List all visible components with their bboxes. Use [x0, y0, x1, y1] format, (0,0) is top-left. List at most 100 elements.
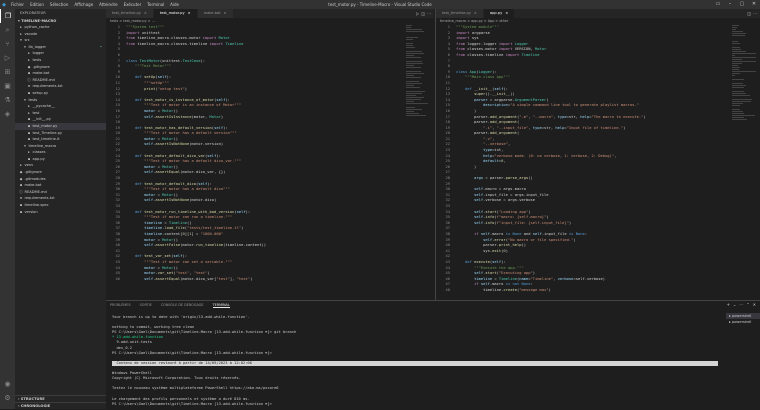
terminal-output[interactable]: Your branch is up to date with 'origin/1… [112, 315, 726, 410]
more-icon[interactable]: ⋯ [753, 11, 757, 16]
tree-item[interactable]: ▪ test_timeline.it [15, 136, 106, 143]
minimap-right[interactable] [732, 25, 756, 120]
panel-tab[interactable]: SORTIE [140, 303, 152, 307]
tree-item[interactable]: ▪ version [15, 209, 106, 216]
close-icon[interactable]: × [505, 11, 508, 15]
menu-item-2[interactable]: Sélection [47, 2, 71, 7]
close-button[interactable]: ✕ [748, 0, 760, 9]
tree-item[interactable]: ▪ make.bat [15, 70, 106, 77]
tree-item-label: tests [32, 57, 42, 62]
tree-item[interactable]: ⓘ README.md [15, 189, 106, 196]
tree-item[interactable]: ◆ .gitignore [15, 169, 106, 176]
tree-item[interactable]: ▪ timeline.spec [15, 202, 106, 209]
tree-item[interactable]: ≡ requirements.txt [15, 83, 106, 90]
bottom-panel: PROBLÈMES SORTIE CONSOLE DE DÉBOGAGE TERMIN… [106, 300, 760, 409]
panel-tab[interactable]: PROBLÈMES [110, 303, 131, 307]
close-icon[interactable]: × [188, 11, 191, 15]
tree-item[interactable]: ▸ classes [15, 149, 106, 156]
outline-section[interactable]: › STRUCTURE [15, 395, 106, 402]
minimap-line [406, 101, 415, 102]
menu-item-4[interactable]: Atteindre [96, 2, 120, 7]
close-icon[interactable]: × [144, 11, 147, 15]
tree-item[interactable]: ▸ __pycache__ [15, 103, 106, 110]
split-editor-icon[interactable]: ◫ [421, 11, 425, 16]
tree-item[interactable]: ▾ src [15, 37, 106, 44]
maximize-panel-icon[interactable]: ⌃ [746, 302, 749, 307]
remote-explorer-icon[interactable]: ▣ [0, 79, 15, 93]
menu-item-7[interactable]: Aide [167, 2, 182, 7]
tab-test-motor-py[interactable]: test_motor.py × [153, 9, 198, 18]
tab-test-timeline-py[interactable]: test_timeline.py × [106, 9, 154, 18]
breadcrumb[interactable]: tests > test_motor.py > ... [106, 18, 434, 24]
account-icon[interactable]: ◉ [0, 377, 15, 391]
close-icon[interactable]: × [474, 11, 477, 15]
tree-item[interactable]: ≡ requirements.txt [15, 195, 106, 202]
minimap-line [406, 87, 420, 88]
file-icon: ▪ [27, 123, 31, 128]
terminal-instance[interactable]: ▸ powershell [726, 319, 760, 325]
tree-item[interactable]: ▾ timeline_macro [15, 143, 106, 150]
tab-app-py[interactable]: app.py × [483, 9, 516, 18]
chevron-down-icon[interactable]: ⌄ [733, 302, 736, 307]
run-debug-icon[interactable]: ▷ [0, 51, 15, 65]
minimap-line [406, 99, 422, 100]
tree-item[interactable]: ▸ logger [15, 50, 106, 57]
tab-make-bat[interactable]: make.bat × [197, 9, 234, 18]
run-icon[interactable]: ▷ [416, 11, 419, 16]
breadcrumb[interactable]: timeline_macro > app.py > App > other [436, 18, 760, 24]
docker-icon[interactable]: ◈ [0, 107, 15, 121]
tree-item[interactable]: ▪ make.bat [15, 182, 106, 189]
add-terminal-icon[interactable]: + [727, 302, 730, 307]
tree-item[interactable]: ◆ .gitmodules [15, 176, 106, 183]
tab-test-timeline-py[interactable]: test_timeline.py × [436, 9, 484, 18]
code-line[interactable]: timeline.create("message max") [456, 288, 760, 294]
source-control-icon[interactable]: ⑂ [0, 37, 15, 51]
code-area-right[interactable]: 1 2 3 4 5 6 7 8 9 10 11 12 13 14 15 16 17 18 19 20 21 22 23 24 2… [436, 25, 760, 300]
close-icon[interactable]: × [224, 11, 227, 15]
testing-icon[interactable]: ⚗ [0, 93, 15, 107]
explorer-icon[interactable]: ❐ [0, 9, 15, 23]
tree-item[interactable]: ▸ venv [15, 162, 106, 169]
maximize-button[interactable]: ▢ [736, 0, 748, 9]
layout-icon[interactable]: ▭ [712, 0, 724, 9]
minimize-button[interactable]: – [724, 0, 736, 9]
tree-item[interactable]: ▸ python_cache [15, 24, 106, 31]
timeline-section[interactable]: › CHRONOLOGIE [15, 402, 106, 409]
tree-item[interactable]: ▸ tests [15, 57, 106, 64]
more-icon[interactable]: ⋯ [427, 11, 431, 16]
tree-item[interactable]: ▪ test_Timeline.py [15, 130, 106, 137]
tree-item[interactable]: ⓘ README.md [15, 77, 106, 84]
split-editor-icon[interactable]: ◫ [747, 11, 751, 16]
tree-item[interactable]: ▸ test [15, 110, 106, 117]
tree-item[interactable]: ▾ lib_logger • [15, 44, 106, 51]
menu-item-1[interactable]: Edition [27, 2, 47, 7]
menu-item-0[interactable]: Fichier [8, 2, 27, 7]
tree-item[interactable]: ▪ setup.py [15, 90, 106, 97]
menu-item-6[interactable]: Terminal [144, 2, 167, 7]
more-icon[interactable]: ⋯ [739, 302, 743, 307]
menu-item-5[interactable]: Exécuter [121, 2, 145, 7]
tree-item[interactable]: ▪ app.py [15, 156, 106, 163]
terminal-label: powershell [731, 314, 752, 318]
gear-icon[interactable]: ⚙ [0, 391, 15, 405]
minimap-left[interactable] [406, 25, 430, 116]
chevron-icon: ▸ [20, 163, 22, 168]
close-icon[interactable]: ✕ [753, 302, 756, 307]
code-line[interactable]: self.assertEqual(motor.dico_var["test"],… [126, 277, 434, 283]
panel-tab[interactable]: TERMINAL [212, 303, 230, 308]
menu-item-3[interactable]: Affichage [71, 2, 96, 7]
code-text[interactable]: """System module""" import argparse import… [456, 25, 760, 294]
panel-tab[interactable]: CONSOLE DE DÉBOGAGE [161, 303, 204, 307]
tree-item[interactable]: ▪ test_motor.py [15, 122, 106, 130]
code-area-left[interactable]: 1 2 3 4 5 6 7 8 9 10 11 12 13 14 15 16 17 18 19 20 21 22 23 24 2… [106, 25, 434, 300]
code-text[interactable]: """System test""" import unittest from tim… [126, 25, 434, 282]
minimap-line [406, 51, 423, 52]
extensions-icon[interactable]: ⊞ [0, 65, 15, 79]
tree-item[interactable]: ▪ __init__.py [15, 116, 106, 123]
tree-item[interactable]: ▾ tests [15, 97, 106, 104]
search-icon[interactable]: ⌕ [0, 23, 15, 37]
line-numbers: 1 2 3 4 5 6 7 8 9 10 11 12 13 14 15 16 17 18 19 20 21 22 23 24 2… [115, 25, 120, 281]
tree-item[interactable]: ▸ vscode [15, 31, 106, 38]
tree-item[interactable]: ◆ .gitignore [15, 64, 106, 71]
